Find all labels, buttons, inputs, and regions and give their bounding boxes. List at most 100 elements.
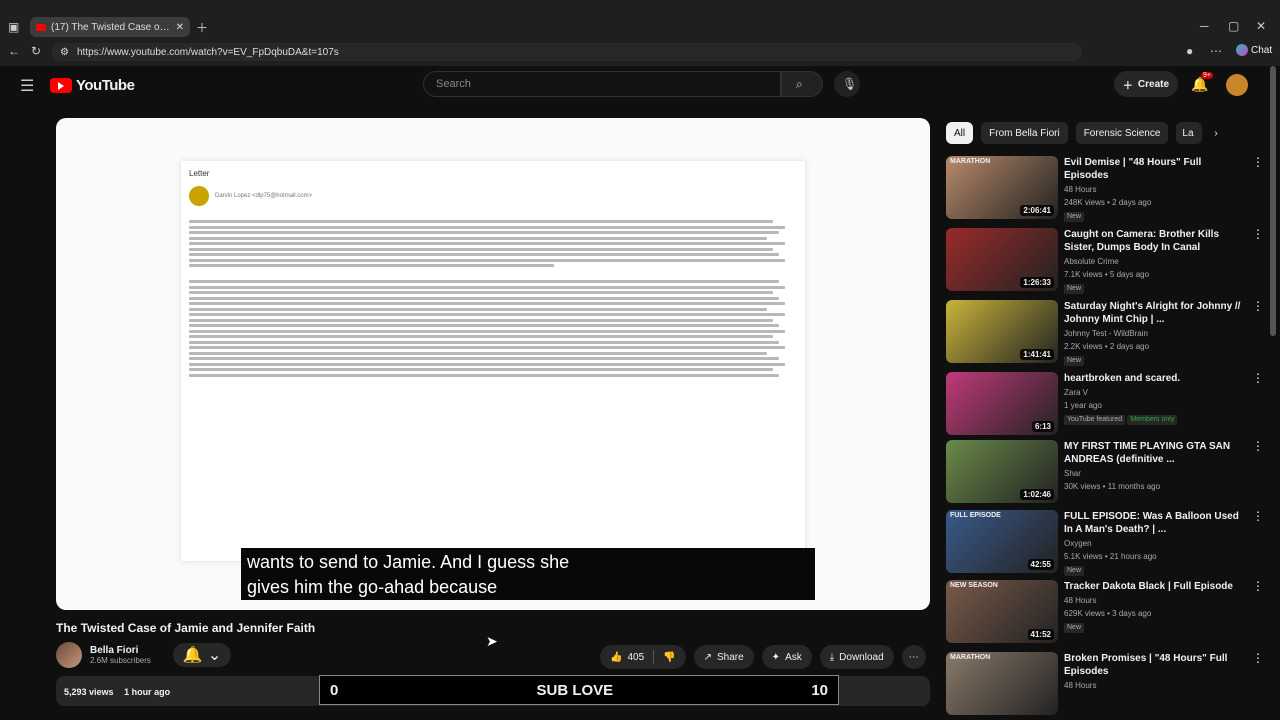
chip-more[interactable]: La — [1176, 122, 1203, 144]
window-menu-icon[interactable]: ▣ — [8, 20, 19, 34]
video-thumbnail[interactable]: 1:41:41 — [946, 300, 1058, 363]
back-icon[interactable]: ← — [8, 44, 20, 58]
browser-tab[interactable]: (17) The Twisted Case of Jam ✕ — [30, 17, 190, 37]
sender-avatar — [189, 186, 209, 206]
recommendation-info: MY FIRST TIME PLAYING GTA SAN ANDREAS (d… — [1064, 440, 1266, 506]
ask-button[interactable]: ✦ Ask — [761, 645, 812, 669]
download-button[interactable]: ⤓ Download — [819, 645, 894, 669]
recommendation-channel[interactable]: 48 Hours — [1064, 594, 1248, 607]
video-thumbnail[interactable]: NEW SEASON 41:52 — [946, 580, 1058, 643]
recommendation-meta: 7.1K views • 5 days ago — [1064, 270, 1150, 279]
account-avatar[interactable] — [1226, 74, 1248, 96]
chip-from-channel[interactable]: From Bella Fiori — [981, 122, 1068, 144]
chip-forensic-science[interactable]: Forensic Science — [1075, 122, 1169, 144]
url-bar[interactable]: ⚙ https://www.youtube.com/watch?v=EV_FpD… — [52, 43, 1082, 61]
share-label: Share — [716, 651, 744, 663]
scrollbar[interactable] — [1270, 66, 1276, 336]
chevron-right-icon[interactable]: › — [1210, 122, 1217, 144]
recommendation-channel[interactable]: Absolute Crime — [1064, 255, 1248, 268]
more-actions-button[interactable]: ⋯ — [901, 645, 926, 669]
recommendation-item[interactable]: FULL EPISODE 42:55 FULL EPISODE: Was A Bal… — [946, 510, 1266, 576]
voice-search-button[interactable]: 🎙 — [834, 71, 860, 97]
more-vertical-icon[interactable]: ⋮ — [1252, 228, 1264, 241]
close-window-icon[interactable]: ✕ — [1256, 19, 1266, 33]
recommendation-meta: 629K views • 3 days ago — [1064, 609, 1152, 618]
duration-badge: 2:06:41 — [1020, 205, 1054, 216]
menu-dots-icon[interactable]: ⋯ — [1210, 44, 1222, 58]
thumbs-down-icon[interactable]: 👎 — [663, 652, 675, 663]
recommendation-item[interactable]: MARATHON 2:06:41 Evil Demise | "48 Hours" … — [946, 156, 1266, 222]
search-input[interactable]: Search — [423, 71, 781, 97]
more-vertical-icon[interactable]: ⋮ — [1252, 156, 1264, 169]
profile-avatar-icon[interactable]: ● — [1186, 44, 1193, 58]
close-tab-icon[interactable]: ✕ — [176, 22, 184, 33]
channel-name[interactable]: Bella Fiori — [90, 645, 151, 656]
logo-text: YouTube — [76, 77, 135, 94]
left-score: 0 — [330, 681, 339, 699]
chip-all[interactable]: All — [946, 122, 974, 144]
recommendation-title[interactable]: Saturday Night's Alright for Johnny // J… — [1064, 300, 1248, 326]
site-info-icon[interactable]: ⚙ — [60, 47, 69, 58]
share-button[interactable]: ↗ Share — [693, 645, 754, 669]
video-thumbnail[interactable]: MARATHON — [946, 652, 1058, 715]
recommendation-channel[interactable]: Shar — [1064, 467, 1248, 480]
chevron-down-icon: ⌄ — [207, 647, 222, 664]
video-thumbnail[interactable]: 1:26:33 — [946, 228, 1058, 291]
more-vertical-icon[interactable]: ⋮ — [1252, 372, 1264, 385]
more-vertical-icon[interactable]: ⋮ — [1252, 580, 1264, 593]
new-tab-icon[interactable]: ＋ — [196, 19, 208, 36]
recommendation-channel[interactable]: 48 Hours — [1064, 183, 1248, 196]
recommendation-item[interactable]: MARATHON Broken Promises | "48 Hours" Ful… — [946, 652, 1266, 718]
recommendation-item[interactable]: 1:02:46 MY FIRST TIME PLAYING GTA SAN AND… — [946, 440, 1266, 506]
minimize-icon[interactable]: ─ — [1200, 19, 1209, 33]
video-thumbnail[interactable]: MARATHON 2:06:41 — [946, 156, 1058, 219]
search-button[interactable]: ⌕ — [781, 71, 823, 97]
recommendation-title[interactable]: Caught on Camera: Brother Kills Sister, … — [1064, 228, 1248, 254]
more-vertical-icon[interactable]: ⋮ — [1252, 510, 1264, 523]
recommendation-meta: 30K views • 11 months ago — [1064, 482, 1161, 491]
recommendation-title[interactable]: Tracker Dakota Black | Full Episode — [1064, 580, 1248, 593]
recommendation-item[interactable]: 1:41:41 Saturday Night's Alright for John… — [946, 300, 1266, 366]
recommendation-channel[interactable]: Oxygen — [1064, 537, 1248, 550]
hamburger-menu-icon[interactable]: ☰ — [20, 76, 34, 96]
subtitle-caption: wants to send to Jamie. And I guess she … — [241, 548, 815, 600]
thumbnail-label: FULL EPISODE — [950, 512, 1001, 519]
recommendation-channel[interactable]: Johnny Test - WildBrain — [1064, 327, 1248, 340]
doc-sender: Darvin Lopez <dlp75@hotmail.com> — [189, 186, 797, 206]
recommendation-channel[interactable]: Zara V — [1064, 386, 1248, 399]
more-vertical-icon[interactable]: ⋮ — [1252, 652, 1264, 665]
recommendation-channel[interactable]: 48 Hours — [1064, 679, 1248, 692]
chat-button[interactable]: Chat — [1236, 44, 1272, 56]
more-vertical-icon[interactable]: ⋮ — [1252, 300, 1264, 313]
recommendation-item[interactable]: NEW SEASON 41:52 Tracker Dakota Black | Fu… — [946, 580, 1266, 646]
search-icon: ⌕ — [796, 77, 803, 91]
video-thumbnail[interactable]: 6:13 — [946, 372, 1058, 435]
recommendation-item[interactable]: 6:13 heartbroken and scared. Zara V 1 year … — [946, 372, 1266, 438]
video-actions: 👍 405 👎 ↗ Share ✦ Ask ⤓ Download ⋯ — [600, 645, 926, 669]
tab-title: (17) The Twisted Case of Jam — [51, 21, 171, 33]
recommendation-badge: New — [1064, 212, 1085, 222]
recommendation-title[interactable]: heartbroken and scared. — [1064, 372, 1248, 385]
more-vertical-icon[interactable]: ⋮ — [1252, 440, 1264, 453]
recommendation-item[interactable]: 1:26:33 Caught on Camera: Brother Kills S… — [946, 228, 1266, 294]
recommendation-title[interactable]: FULL EPISODE: Was A Balloon Used In A Ma… — [1064, 510, 1248, 536]
channel-info: Bella Fiori 2.6M subscribers 🔔 ⌄ — [56, 642, 232, 668]
recommendation-badge: New — [1064, 356, 1085, 366]
recommendation-title[interactable]: Broken Promises | "48 Hours" Full Episod… — [1064, 652, 1248, 678]
copilot-icon — [1236, 44, 1248, 56]
channel-avatar[interactable] — [56, 642, 82, 668]
youtube-logo[interactable]: YouTube — [50, 77, 135, 94]
video-thumbnail[interactable]: FULL EPISODE 42:55 — [946, 510, 1058, 573]
subscribed-bell-button[interactable]: 🔔 ⌄ — [172, 643, 232, 667]
recommendation-title[interactable]: Evil Demise | "48 Hours" Full Episodes — [1064, 156, 1248, 182]
recommendation-chips: All From Bella Fiori Forensic Science La… — [946, 122, 1218, 144]
reload-icon[interactable]: ↻ — [31, 44, 41, 58]
recommendation-title[interactable]: MY FIRST TIME PLAYING GTA SAN ANDREAS (d… — [1064, 440, 1248, 466]
video-thumbnail[interactable]: 1:02:46 — [946, 440, 1058, 503]
recommendation-info: Evil Demise | "48 Hours" Full Episodes 48… — [1064, 156, 1266, 222]
create-button[interactable]: ＋ Create — [1114, 71, 1178, 97]
like-button[interactable]: 👍 405 👎 — [600, 645, 686, 669]
video-player[interactable]: Letter Darvin Lopez <dlp75@hotmail.com> … — [56, 118, 930, 610]
maximize-icon[interactable]: ▢ — [1228, 19, 1239, 33]
url-text: https://www.youtube.com/watch?v=EV_FpDqb… — [76, 46, 339, 58]
